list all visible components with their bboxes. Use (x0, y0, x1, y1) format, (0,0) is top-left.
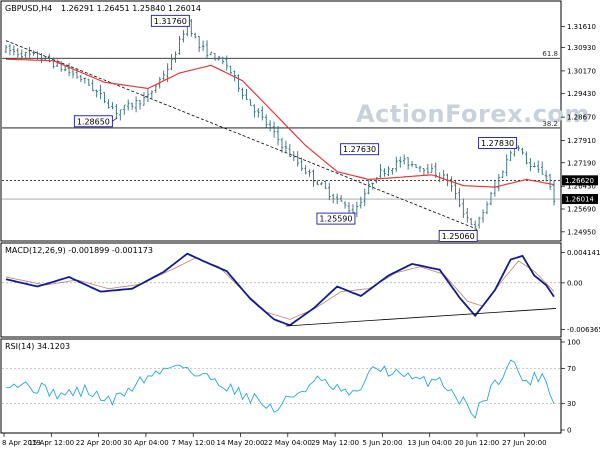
macd-header-label: MACD(12,26,9) -0.001899 -0.001173 (5, 246, 153, 255)
price-y-tick-label: 1.27190 (567, 159, 596, 167)
macd-y-tick-label: 0.00 (567, 279, 583, 287)
price-y-tick-label: 1.29430 (567, 90, 596, 98)
price-y-tick-label: 1.30170 (567, 67, 596, 75)
price-y-tick-label: 1.24950 (567, 228, 596, 236)
price-symbol-label: GBPUSD,H4 (5, 4, 52, 13)
x-tick-label: 20 Jun 12:00 (455, 439, 499, 447)
annotation-label: 1.27630 (343, 145, 376, 154)
level-price-tag-label: 1.26620 (565, 177, 594, 185)
annotation-label: 1.25060 (442, 232, 475, 241)
price-y-tick-label: 1.25690 (567, 206, 596, 214)
rsi-y-tick-label: 30 (567, 400, 576, 408)
price-y-tick-label: 1.28670 (567, 114, 596, 122)
price-header: GBPUSD,H4 1.26291 1.26451 1.25840 1.2601… (5, 4, 201, 13)
current-price-tag-label: 1.26014 (565, 196, 594, 204)
rsi-y-tick-label: 100 (567, 339, 580, 347)
x-tick-label: 22 May 04:00 (264, 439, 312, 447)
x-tick-label: 22 Apr 20:00 (76, 439, 122, 447)
macd-y-tick-label: 0.004141 (567, 249, 600, 257)
rsi-y-tick-label: 0 (567, 427, 571, 435)
x-tick-label: 13 Jun 04:00 (407, 439, 451, 447)
x-tick-label: 7 May 12:00 (171, 439, 215, 447)
price-ohlc-label: 1.26291 1.26451 1.25840 1.26014 (61, 4, 201, 13)
x-tick-label: 5 Jun 20:00 (362, 439, 402, 447)
x-tick-label: 14 May 20:00 (216, 439, 264, 447)
rsi-header-label: RSI(14) 34.1203 (5, 342, 70, 351)
x-tick-label: 15 Apr 12:00 (28, 439, 74, 447)
annotation-label: 1.25590 (319, 215, 352, 224)
chart-canvas: ActionForex.com 61.838.21.317601.286501.… (0, 0, 600, 447)
x-tick-label: 30 Apr 04:00 (123, 439, 169, 447)
annotation-label: 1.31760 (154, 17, 187, 26)
annotation-label: 1.27830 (481, 139, 514, 148)
rsi-y-tick-label: 70 (567, 365, 576, 373)
annotation-label: 1.28650 (77, 117, 110, 126)
x-tick-label: 29 May 12:00 (311, 439, 359, 447)
price-y-tick-label: 1.27910 (567, 137, 596, 145)
price-y-tick-label: 1.30930 (567, 44, 596, 52)
fib-level-label: 38.2 (542, 120, 558, 128)
macd-y-tick-label: -0.006365 (567, 326, 600, 334)
price-y-tick-label: 1.31610 (567, 23, 596, 31)
fib-level-label: 61.8 (542, 50, 558, 58)
x-tick-label: 27 Jun 20:00 (502, 439, 546, 447)
